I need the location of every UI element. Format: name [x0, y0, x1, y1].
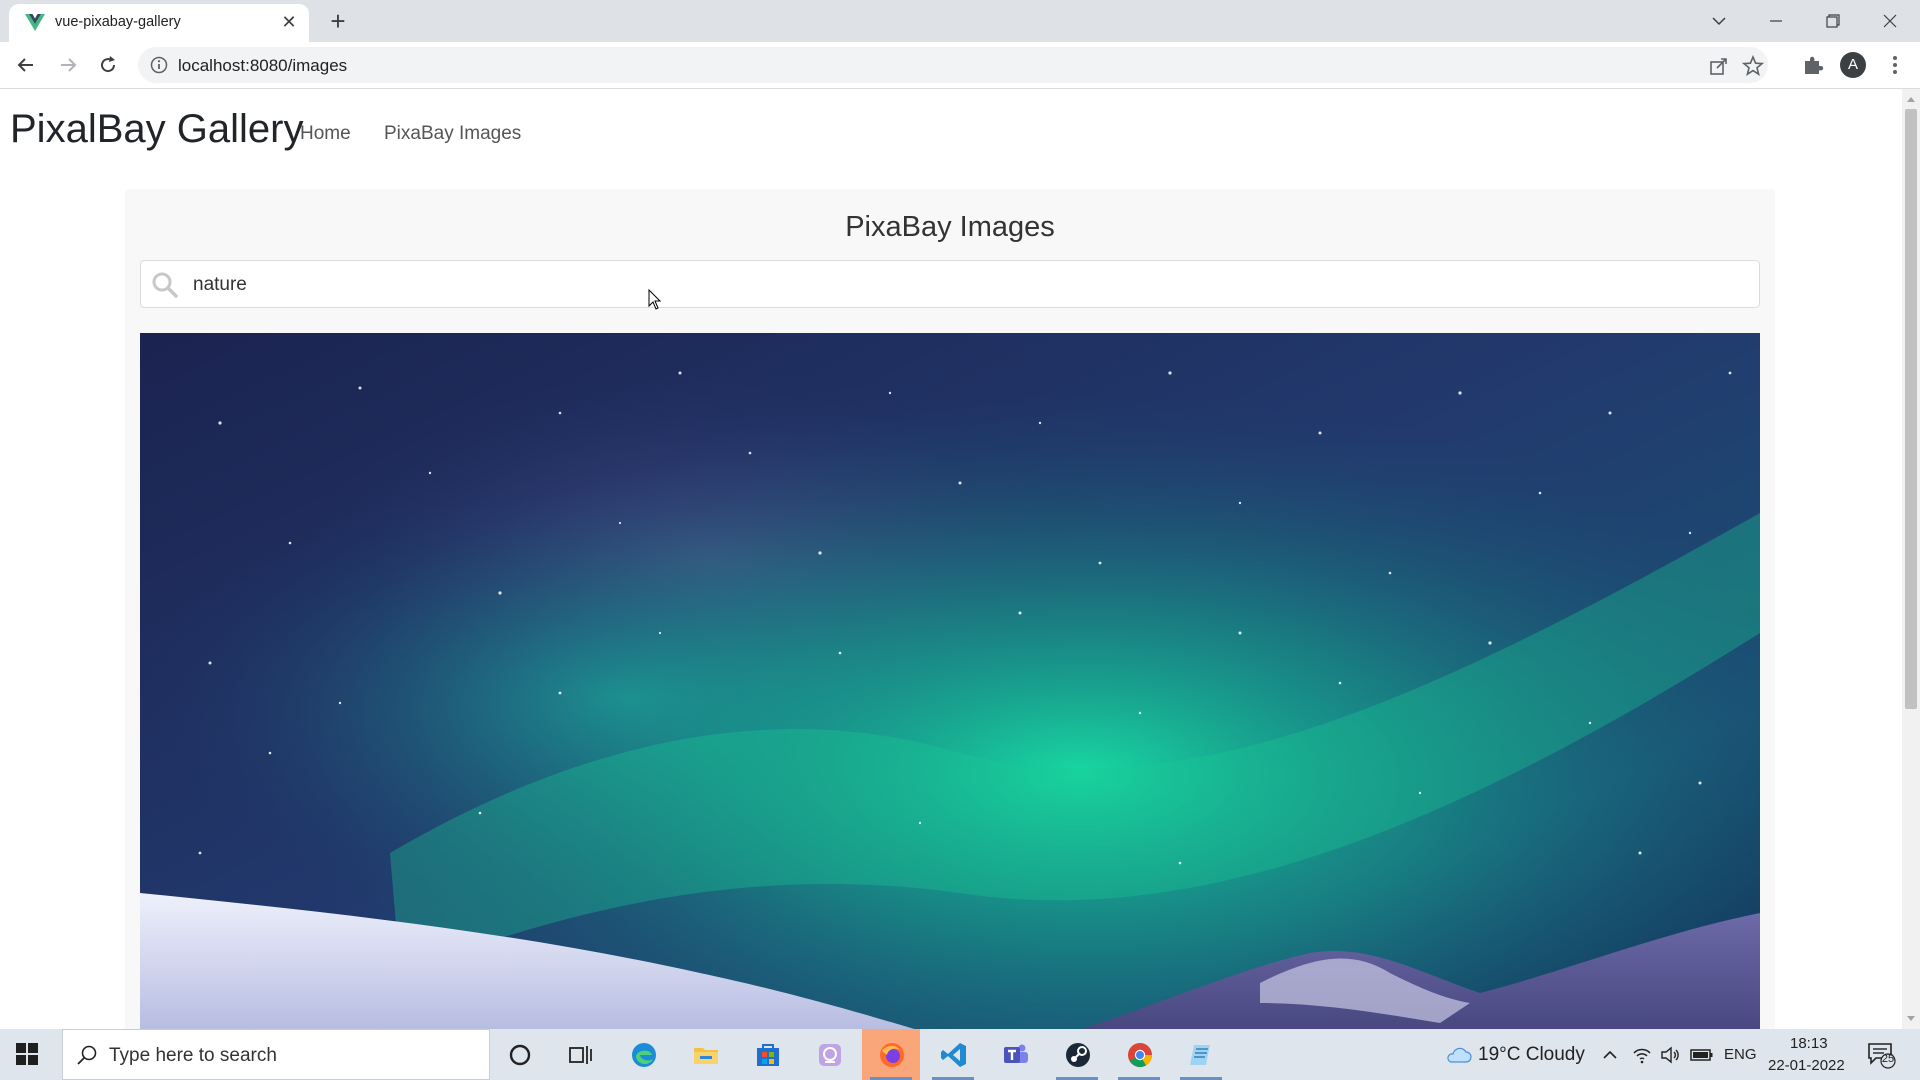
- taskbar-chrome[interactable]: [1110, 1029, 1168, 1080]
- back-arrow-icon[interactable]: [12, 51, 40, 79]
- taskbar-file-explorer[interactable]: [676, 1029, 734, 1080]
- chrome-icon: [1128, 1043, 1152, 1068]
- site-brand[interactable]: PixalBay Gallery: [10, 107, 303, 152]
- weather-text[interactable]: 19°C Cloudy: [1478, 1044, 1585, 1066]
- browser-toolbar: localhost:8080/images: [0, 42, 1920, 89]
- address-bar[interactable]: localhost:8080/images: [138, 47, 1768, 83]
- task-view-icon: [569, 1046, 592, 1064]
- url-text[interactable]: localhost:8080/images: [178, 56, 347, 76]
- taskbar-teams[interactable]: [986, 1029, 1044, 1080]
- cortana-circle-icon: [509, 1044, 531, 1066]
- notepad-icon: [1190, 1045, 1210, 1065]
- task-view-button[interactable]: [550, 1029, 608, 1080]
- taskbar-search-box[interactable]: Type here to search: [62, 1029, 490, 1080]
- gallery-image[interactable]: [140, 333, 1760, 1029]
- photo-app-icon: [819, 1044, 841, 1066]
- network-icon[interactable]: [1632, 1045, 1652, 1065]
- weather-cloud-icon[interactable]: [1444, 1045, 1472, 1065]
- scroll-down-arrow-icon[interactable]: [1907, 1016, 1915, 1021]
- vue-logo-icon: [25, 14, 45, 31]
- teams-icon: [1004, 1044, 1028, 1063]
- taskbar-vscode[interactable]: [924, 1029, 982, 1080]
- new-tab-button[interactable]: +: [324, 8, 352, 36]
- search-icon: [77, 1045, 97, 1065]
- extensions-puzzle-icon[interactable]: [1801, 53, 1825, 77]
- forward-arrow-icon[interactable]: [54, 51, 82, 79]
- reload-icon[interactable]: [94, 51, 122, 79]
- firefox-icon: [880, 1043, 904, 1067]
- bookmark-star-icon[interactable]: [1742, 55, 1764, 77]
- windows-start-icon[interactable]: [16, 1043, 38, 1065]
- nav-link-home[interactable]: Home: [300, 123, 351, 145]
- battery-icon[interactable]: [1690, 1045, 1714, 1065]
- language-indicator[interactable]: ENG: [1724, 1046, 1757, 1063]
- edge-icon: [632, 1043, 656, 1067]
- clock-date[interactable]: 22-01-2022: [1768, 1057, 1845, 1074]
- folder-icon: [694, 1048, 718, 1064]
- tab-search-chevron-icon[interactable]: [1697, 6, 1741, 36]
- taskbar-steam[interactable]: [1048, 1029, 1106, 1080]
- page-scrollbar[interactable]: [1902, 89, 1920, 1029]
- taskbar-notepad-app[interactable]: [1172, 1029, 1230, 1080]
- mouse-cursor-icon: [648, 289, 662, 310]
- page-title: PixaBay Images: [845, 211, 1055, 243]
- scroll-up-arrow-icon[interactable]: [1907, 97, 1915, 102]
- steam-icon: [1066, 1043, 1090, 1067]
- taskbar-edge[interactable]: [614, 1029, 672, 1080]
- volume-icon[interactable]: [1660, 1045, 1680, 1065]
- site-info-icon[interactable]: [150, 56, 168, 74]
- tab-close-icon[interactable]: ✕: [279, 12, 299, 32]
- chevron-up-icon[interactable]: [1600, 1045, 1620, 1065]
- clock-time[interactable]: 18:13: [1790, 1035, 1828, 1052]
- profile-avatar[interactable]: A: [1840, 52, 1866, 78]
- search-input[interactable]: [191, 269, 1745, 301]
- gallery-panel: PixaBay Images: [125, 189, 1775, 1029]
- search-box[interactable]: [140, 260, 1760, 308]
- tab-title: vue-pixabay-gallery: [55, 14, 181, 30]
- restore-icon[interactable]: [1811, 6, 1855, 36]
- page-viewport: PixalBay Gallery Home PixaBay Images Pix…: [0, 89, 1902, 1029]
- cortana-button[interactable]: [490, 1029, 548, 1080]
- nav-link-pixabay-images[interactable]: PixaBay Images: [384, 123, 521, 145]
- minimize-icon[interactable]: [1754, 6, 1798, 36]
- notification-count: 25: [1881, 1053, 1895, 1065]
- taskbar-photo-app[interactable]: [800, 1029, 858, 1080]
- taskbar-search-placeholder: Type here to search: [109, 1045, 277, 1066]
- scrollbar-thumb[interactable]: [1905, 109, 1917, 709]
- aurora-photo: [140, 333, 1760, 1029]
- browser-menu-icon[interactable]: [1883, 53, 1907, 77]
- vscode-icon: [941, 1043, 966, 1067]
- taskbar-firefox[interactable]: [862, 1029, 920, 1080]
- windows-taskbar: Type here to search 19°C Cloudy ENG 18:1…: [0, 1029, 1920, 1080]
- share-icon[interactable]: [1708, 55, 1730, 77]
- notification-center-button[interactable]: 25: [1866, 1039, 1896, 1069]
- taskbar-store[interactable]: [738, 1029, 796, 1080]
- search-icon: [152, 272, 178, 298]
- close-window-icon[interactable]: [1868, 6, 1912, 36]
- site-navbar: PixalBay Gallery Home PixaBay Images: [0, 89, 1902, 181]
- browser-tab-strip: vue-pixabay-gallery ✕ +: [0, 0, 1920, 42]
- browser-tab[interactable]: vue-pixabay-gallery ✕: [9, 4, 309, 42]
- store-icon: [757, 1044, 779, 1066]
